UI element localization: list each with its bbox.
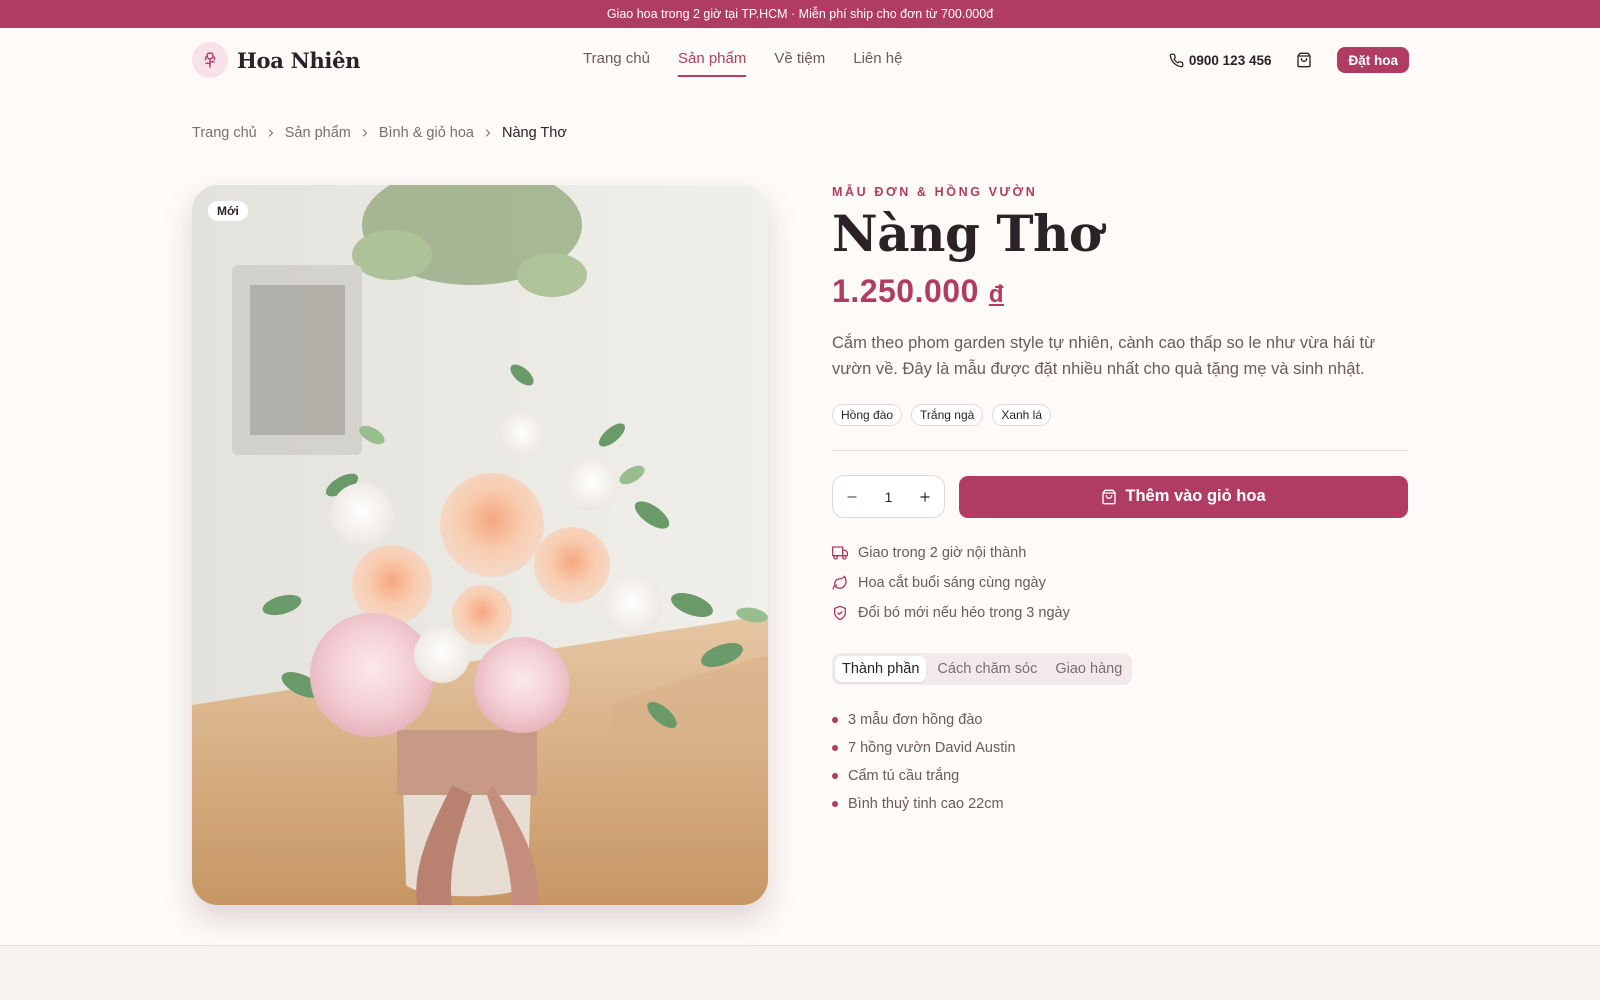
shopping-bag-icon[interactable] [1295, 51, 1313, 69]
bouquet-illustration [192, 185, 768, 905]
perk-text: Hoa cắt buổi sáng cùng ngày [858, 574, 1046, 591]
ingredient-text: Bình thuỷ tinh cao 22cm [848, 795, 1004, 812]
buy-row: 1 Thêm vào giỏ hoa [832, 475, 1408, 518]
price-amount: 1.250.000 [832, 273, 979, 309]
quantity-stepper: 1 [832, 475, 945, 518]
perk-text: Đổi bó mới nếu héo trong 3 ngày [858, 604, 1070, 621]
color-chip: Xanh lá [992, 404, 1052, 426]
main-nav: Trang chủ Sản phẩm Về tiệm Liên hệ [583, 50, 902, 77]
footer [0, 945, 1600, 1000]
site-header: Hoa Nhiên Trang chủ Sản phẩm Về tiệm Liê… [0, 28, 1600, 92]
chevron-right-icon [482, 127, 494, 139]
product-category: MẪU ĐƠN & HỒNG VƯỜN [832, 185, 1038, 199]
announcement-bar: Giao hoa trong 2 giờ tại TP.HCM · Miễn p… [0, 0, 1600, 28]
ingredient-text: Cẩm tú cầu trắng [848, 767, 960, 784]
phone-icon [1169, 53, 1184, 68]
ingredient-text: 3 mẫu đơn hồng đào [848, 711, 983, 728]
color-chip: Trắng ngà [911, 404, 984, 426]
product-tabs: Thành phần Cách chăm sóc Giao hàng [832, 653, 1133, 685]
order-button[interactable]: Đặt hoa [1337, 47, 1409, 73]
leaf-icon [832, 575, 848, 591]
tab-delivery[interactable]: Giao hàng [1048, 656, 1129, 682]
color-chips: Hồng đào Trắng ngà Xanh lá [832, 404, 1408, 426]
add-to-cart-button[interactable]: Thêm vào giỏ hoa [959, 475, 1408, 518]
shopping-bag-icon [1101, 489, 1117, 505]
quantity-value[interactable]: 1 [885, 489, 893, 505]
divider [832, 450, 1408, 451]
announcement-text: Giao hoa trong 2 giờ tại TP.HCM · Miễn p… [606, 7, 994, 21]
bullet [832, 744, 838, 751]
phone-link[interactable]: 0900 123 456 [1169, 52, 1272, 68]
brand-name: Hoa Nhiên [237, 47, 361, 73]
minus-icon[interactable] [843, 488, 861, 506]
nav-item-about[interactable]: Về tiệm [774, 50, 825, 77]
tab-care[interactable]: Cách chăm sóc [930, 656, 1044, 682]
price-currency: đ [988, 281, 1005, 308]
perk-item: Giao trong 2 giờ nội thành [832, 544, 1408, 561]
phone-number: 0900 123 456 [1188, 52, 1272, 68]
truck-icon [832, 545, 848, 561]
tab-ingredients[interactable]: Thành phần [835, 656, 927, 682]
perk-item: Hoa cắt buổi sáng cùng ngày [832, 574, 1408, 591]
product-image: Mới [192, 185, 768, 905]
product-details: MẪU ĐƠN & HỒNG VƯỜN Nàng Thơ 1.250.000 đ… [832, 185, 1408, 812]
perk-text: Giao trong 2 giờ nội thành [858, 544, 1027, 561]
breadcrumb-item-home[interactable]: Trang chủ [192, 125, 257, 141]
perks-list: Giao trong 2 giờ nội thành Hoa cắt buổi … [832, 544, 1408, 621]
bullet [832, 800, 838, 807]
bullet [832, 716, 838, 723]
product-price: 1.250.000 đ [832, 273, 1408, 310]
header-actions: 0900 123 456 Đặt hoa [1169, 47, 1409, 73]
perk-item: Đổi bó mới nếu héo trong 3 ngày [832, 604, 1408, 621]
breadcrumb-item-products[interactable]: Sản phẩm [285, 125, 351, 141]
brand-logo[interactable]: Hoa Nhiên [192, 42, 360, 78]
list-item: Cẩm tú cầu trắng [832, 767, 1408, 784]
breadcrumb-item-current: Nàng Thơ [502, 125, 567, 141]
list-item: 3 mẫu đơn hồng đào [832, 711, 1408, 728]
plus-icon[interactable] [916, 488, 934, 506]
nav-item-contact[interactable]: Liên hệ [853, 50, 902, 77]
shield-check-icon [832, 605, 848, 621]
chevron-right-icon [359, 127, 371, 139]
ingredient-text: 7 hồng vườn David Austin [848, 739, 1016, 756]
product-description: Cắm theo phom garden style tự nhiên, càn… [832, 334, 1376, 378]
bullet [832, 772, 838, 779]
flower-icon [192, 42, 228, 78]
nav-item-home[interactable]: Trang chủ [583, 50, 650, 77]
product-title: Nàng Thơ [832, 204, 1102, 263]
breadcrumb: Trang chủ Sản phẩm Bình & giỏ hoa Nàng T… [192, 125, 567, 141]
list-item: Bình thuỷ tinh cao 22cm [832, 795, 1408, 812]
new-badge: Mới [208, 201, 248, 221]
add-to-cart-label: Thêm vào giỏ hoa [1125, 487, 1266, 505]
breadcrumb-item-category[interactable]: Bình & giỏ hoa [379, 125, 474, 141]
nav-item-products[interactable]: Sản phẩm [677, 50, 747, 77]
list-item: 7 hồng vườn David Austin [832, 739, 1408, 756]
color-chip: Hồng đào [832, 404, 903, 426]
chevron-right-icon [265, 127, 277, 139]
ingredients-list: 3 mẫu đơn hồng đào 7 hồng vườn David Aus… [832, 711, 1408, 812]
